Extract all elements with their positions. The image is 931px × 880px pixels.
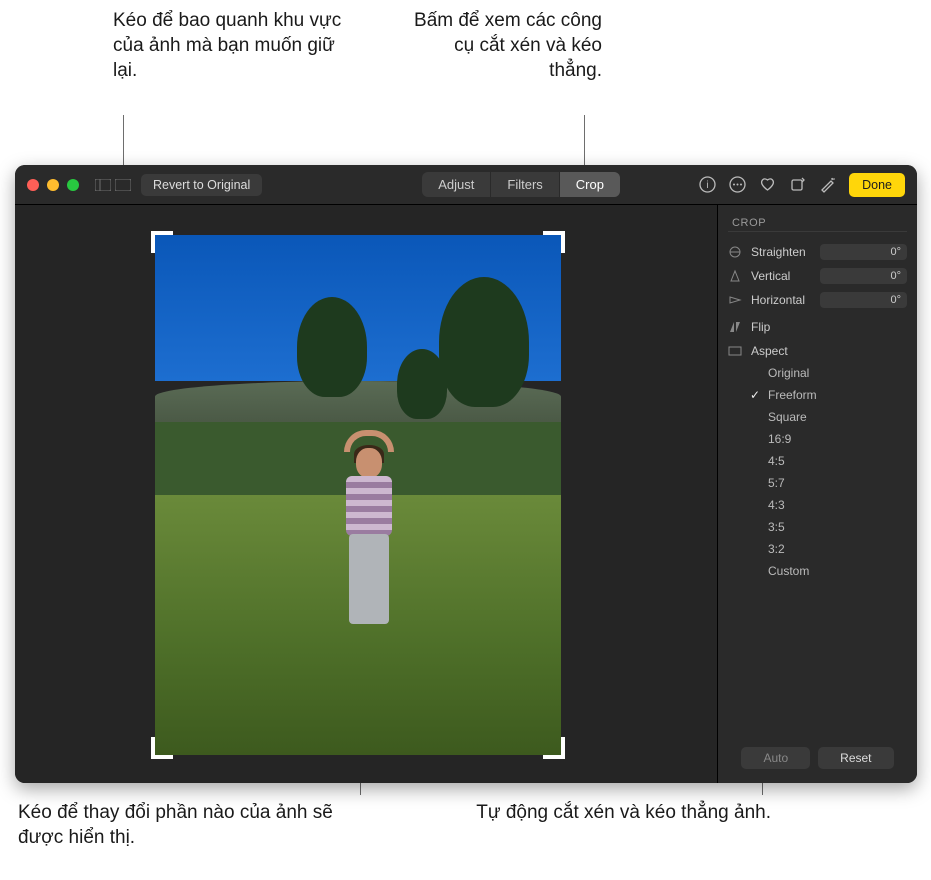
horizontal-icon bbox=[728, 293, 744, 307]
edit-mode-tabs: Adjust Filters Crop bbox=[422, 172, 620, 197]
aspect-item-label: 4:3 bbox=[768, 498, 785, 512]
more-icon[interactable] bbox=[729, 176, 746, 193]
callout-drag-area: Kéo để thay đổi phần nào của ảnh sẽ được… bbox=[18, 800, 338, 850]
photos-edit-window: Revert to Original Adjust Filters Crop i… bbox=[15, 165, 917, 783]
aspect-item-label: 3:2 bbox=[768, 542, 785, 556]
vertical-value: 0° bbox=[820, 268, 907, 284]
crop-handle-bottom-left[interactable] bbox=[151, 737, 173, 759]
minimize-icon[interactable] bbox=[47, 179, 59, 191]
flip-label: Flip bbox=[751, 320, 770, 334]
enhance-icon[interactable] bbox=[819, 176, 836, 193]
aspect-item-3-2[interactable]: ✓3:2 bbox=[750, 538, 907, 560]
crop-handle-bottom-right[interactable] bbox=[543, 737, 565, 759]
sidebar-title: CROP bbox=[728, 215, 907, 232]
horizontal-label: Horizontal bbox=[751, 293, 813, 307]
aspect-item-original[interactable]: ✓Original bbox=[750, 362, 907, 384]
aspect-item-square[interactable]: ✓Square bbox=[750, 406, 907, 428]
tab-filters[interactable]: Filters bbox=[490, 172, 558, 197]
aspect-label: Aspect bbox=[751, 344, 788, 358]
aspect-item-label: 4:5 bbox=[768, 454, 785, 468]
vertical-icon bbox=[728, 269, 744, 283]
aspect-item-label: Original bbox=[768, 366, 809, 380]
crop-sidebar: CROP Straighten 0° Vertical 0° Horizonta… bbox=[717, 205, 917, 783]
vertical-label: Vertical bbox=[751, 269, 813, 283]
aspect-item-freeform[interactable]: ✓ Freeform bbox=[750, 384, 907, 406]
callout-crop-tab: Bấm để xem các công cụ cắt xén và kéo th… bbox=[397, 8, 602, 83]
aspect-item-label: 3:5 bbox=[768, 520, 785, 534]
rotate-icon[interactable] bbox=[789, 176, 806, 193]
callout-drag-corner: Kéo để bao quanh khu vực của ảnh mà bạn … bbox=[113, 8, 343, 83]
photo-image[interactable] bbox=[155, 235, 561, 755]
horizontal-slider[interactable]: Horizontal 0° bbox=[728, 292, 907, 308]
aspect-item-label: Custom bbox=[768, 564, 809, 578]
straighten-slider[interactable]: Straighten 0° bbox=[728, 244, 907, 260]
auto-button[interactable]: Auto bbox=[741, 747, 810, 769]
titlebar: Revert to Original Adjust Filters Crop i… bbox=[15, 165, 917, 205]
maximize-icon[interactable] bbox=[67, 179, 79, 191]
flip-button[interactable]: Flip bbox=[728, 320, 907, 334]
straighten-value: 0° bbox=[820, 244, 907, 260]
horizontal-value: 0° bbox=[820, 292, 907, 308]
aspect-item-label: 5:7 bbox=[768, 476, 785, 490]
sidebar-toggle-icon[interactable] bbox=[95, 179, 111, 191]
crop-handle-top-left[interactable] bbox=[151, 231, 173, 253]
callout-auto: Tự động cắt xén và kéo thẳng ảnh. bbox=[471, 800, 771, 825]
straighten-label: Straighten bbox=[751, 245, 813, 259]
check-icon: ✓ bbox=[750, 388, 762, 402]
tab-crop[interactable]: Crop bbox=[559, 172, 620, 197]
revert-button[interactable]: Revert to Original bbox=[141, 174, 262, 196]
aspect-item-5-7[interactable]: ✓5:7 bbox=[750, 472, 907, 494]
aspect-header[interactable]: Aspect bbox=[728, 344, 907, 358]
straighten-icon bbox=[728, 245, 744, 259]
info-icon[interactable]: i bbox=[699, 176, 716, 193]
tab-adjust[interactable]: Adjust bbox=[422, 172, 490, 197]
aspect-item-4-5[interactable]: ✓4:5 bbox=[750, 450, 907, 472]
aspect-item-3-5[interactable]: ✓3:5 bbox=[750, 516, 907, 538]
aspect-item-label: Square bbox=[768, 410, 807, 424]
aspect-item-custom[interactable]: ✓Custom bbox=[750, 560, 907, 582]
aspect-item-4-3[interactable]: ✓4:3 bbox=[750, 494, 907, 516]
aspect-icon bbox=[728, 344, 744, 358]
reset-button[interactable]: Reset bbox=[818, 747, 893, 769]
favorite-icon[interactable] bbox=[759, 176, 776, 193]
flip-icon bbox=[728, 320, 744, 334]
thumbnail-toggle-icon[interactable] bbox=[115, 179, 131, 191]
crop-frame[interactable] bbox=[155, 235, 561, 755]
close-icon[interactable] bbox=[27, 179, 39, 191]
vertical-slider[interactable]: Vertical 0° bbox=[728, 268, 907, 284]
traffic-lights bbox=[27, 179, 79, 191]
crop-handle-top-right[interactable] bbox=[543, 231, 565, 253]
aspect-list: ✓Original ✓ Freeform ✓Square✓16:9✓4:5✓5:7✓4… bbox=[750, 362, 907, 582]
aspect-item-16-9[interactable]: ✓16:9 bbox=[750, 428, 907, 450]
svg-text:i: i bbox=[706, 180, 708, 191]
aspect-item-label: Freeform bbox=[768, 388, 817, 402]
photo-viewer bbox=[15, 205, 717, 783]
aspect-item-label: 16:9 bbox=[768, 432, 791, 446]
done-button[interactable]: Done bbox=[849, 173, 905, 197]
